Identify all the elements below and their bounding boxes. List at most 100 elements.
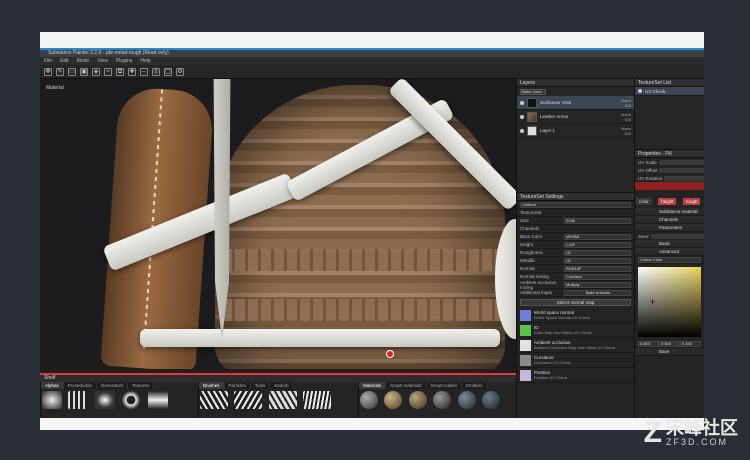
menu-mode[interactable]: Mode: [77, 57, 90, 65]
channel-format-select[interactable]: sRGB8: [564, 233, 631, 240]
map-thumbnail: [520, 354, 531, 366]
menu-file[interactable]: File: [44, 57, 52, 65]
channel-format-select[interactable]: RGB16F: [564, 265, 631, 272]
ao-mixing-select[interactable]: Multiply: [564, 281, 631, 288]
3d-viewport[interactable]: Material: [40, 79, 516, 369]
properties-panel: Properties - Fill UV Scale UV Offset UV …: [634, 149, 704, 418]
select-normal-map-button[interactable]: Select normal map: [520, 299, 631, 306]
map-slot[interactable]: Position Position UV Check: [517, 368, 634, 383]
tab-generators[interactable]: Generators: [96, 382, 129, 389]
size-select[interactable]: 2048: [564, 217, 631, 224]
channel-format-select[interactable]: L8: [564, 249, 631, 256]
menu-view[interactable]: View: [97, 57, 108, 65]
layer-name: Leather Armor: [540, 114, 569, 119]
map-slot[interactable]: Curvature Curvature UV Check: [517, 353, 634, 368]
layer-row[interactable]: Layer 1 Norm 100: [517, 124, 634, 138]
material-thumbnail[interactable]: [360, 391, 378, 409]
tab-emitters[interactable]: Emitters: [462, 382, 488, 389]
symmetry-icon[interactable]: ⇔: [140, 67, 148, 76]
section-parameters[interactable]: Parameters: [635, 224, 704, 232]
tab-smart-masks[interactable]: Smart masks: [426, 382, 463, 389]
material-thumbnail[interactable]: [482, 391, 501, 409]
shelf-search-input[interactable]: Search: [270, 382, 294, 389]
tab-alphas[interactable]: Alphas: [41, 382, 64, 389]
section-substance-material[interactable]: Substance material: [635, 208, 704, 216]
uv-slider[interactable]: [659, 167, 704, 173]
color-value-g[interactable]: 0.500: [659, 340, 680, 347]
settings-icon[interactable]: ⚙: [176, 67, 184, 76]
map-slot[interactable]: Ambient occlusion Ambient Occlusion Map f…: [517, 338, 634, 353]
bake-textures-button[interactable]: Bake textures: [564, 289, 631, 296]
transform-icon[interactable]: ✥: [44, 67, 52, 76]
color-value-b[interactable]: 0.440: [680, 340, 701, 347]
uv-slider[interactable]: [658, 159, 704, 165]
material-thumbnail[interactable]: [433, 391, 452, 409]
eye-icon[interactable]: [520, 100, 524, 105]
eye-icon[interactable]: [638, 89, 642, 93]
brush-thumbnail[interactable]: [234, 391, 263, 409]
bottom-frame-bar: [40, 418, 704, 430]
normal-mixing-select[interactable]: Combine: [564, 273, 631, 280]
color-picker-label-row: Colour Color: [635, 256, 704, 264]
tab-smart-materials[interactable]: Smart materials: [386, 382, 427, 389]
eye-icon[interactable]: [520, 128, 524, 133]
alpha-thumbnail[interactable]: [42, 391, 62, 409]
material-thumbnail[interactable]: [457, 391, 476, 409]
chip-color[interactable]: color: [636, 198, 652, 205]
tab-procedurals[interactable]: Procedurals: [63, 382, 97, 389]
material-thumbnail[interactable]: [384, 391, 403, 409]
camera-icon[interactable]: ◎: [152, 67, 160, 76]
channel-format-select[interactable]: L8: [564, 257, 631, 264]
layer-row[interactable]: Leather Armor Norm 100: [517, 110, 634, 124]
alpha-thumbnail[interactable]: [121, 391, 142, 409]
clone-icon[interactable]: ⧉: [116, 67, 124, 76]
map-slot[interactable]: World space normal World Space Normal UV …: [517, 308, 634, 323]
chip-height[interactable]: height: [658, 198, 677, 205]
color-value-r[interactable]: 0.653: [638, 340, 659, 347]
smudge-icon[interactable]: ≈: [104, 67, 112, 76]
geometry-fill-icon[interactable]: ◈: [92, 67, 100, 76]
eye-icon[interactable]: [520, 114, 524, 119]
leather-armor-torso: [215, 85, 505, 369]
section-advanced[interactable]: Advanced: [635, 248, 704, 256]
section-channels[interactable]: Channels: [635, 216, 704, 224]
brush-thumbnail[interactable]: [200, 391, 228, 409]
tab-textures[interactable]: Textures: [128, 382, 155, 389]
seed-slider[interactable]: [650, 233, 704, 239]
alpha-thumbnail[interactable]: [68, 391, 89, 409]
uv-slider[interactable]: [664, 175, 704, 181]
screenshot-icon[interactable]: ▢: [164, 67, 172, 76]
textureset-subtitle: TextureSet: [517, 209, 634, 217]
brush-icon[interactable]: ✎: [56, 67, 64, 76]
brush-thumbnail[interactable]: [303, 391, 332, 409]
alpha-thumbnail[interactable]: [147, 391, 168, 409]
brush-thumbnail[interactable]: [268, 391, 297, 409]
blend-channel-select[interactable]: Base Color: [520, 88, 546, 95]
tab-particles[interactable]: Particles: [224, 382, 251, 389]
color-picker[interactable]: +: [638, 267, 701, 337]
menu-edit[interactable]: Edit: [60, 57, 69, 65]
alpha-thumbnail[interactable]: [94, 391, 115, 409]
section-basic[interactable]: Basic: [635, 240, 704, 248]
picker-icon[interactable]: ✚: [128, 67, 136, 76]
menu-help[interactable]: Help: [140, 57, 150, 65]
textureset-list-title: TextureSet List: [635, 79, 704, 87]
textureset-name-field[interactable]: Uniform: [520, 201, 631, 208]
tab-materials[interactable]: Materials: [359, 382, 387, 389]
uv-row: UV Rotation: [635, 174, 704, 182]
textureset-settings-title: TextureSet Settings: [517, 193, 634, 201]
menu-plugins[interactable]: Plugins: [116, 57, 132, 65]
projection-icon[interactable]: ▣: [80, 67, 88, 76]
material-thumbnail[interactable]: [408, 391, 427, 409]
shelf-title: Shelf: [40, 375, 516, 382]
tab-brushes[interactable]: Brushes: [199, 382, 225, 389]
textureset-item[interactable]: UV Check: [635, 87, 704, 96]
layer-row[interactable]: Sunhouse Vimil Norm 100: [517, 96, 634, 110]
tab-tools[interactable]: Tools: [250, 382, 271, 389]
channel-format-select[interactable]: L16F: [564, 241, 631, 248]
map-slot[interactable]: ID Color Map from Mesh UV Check: [517, 323, 634, 338]
eraser-icon[interactable]: ▭: [68, 67, 76, 76]
seed-row: Seed: [635, 232, 704, 240]
chip-rough[interactable]: rough: [682, 198, 701, 205]
section-base[interactable]: Base: [635, 348, 704, 356]
